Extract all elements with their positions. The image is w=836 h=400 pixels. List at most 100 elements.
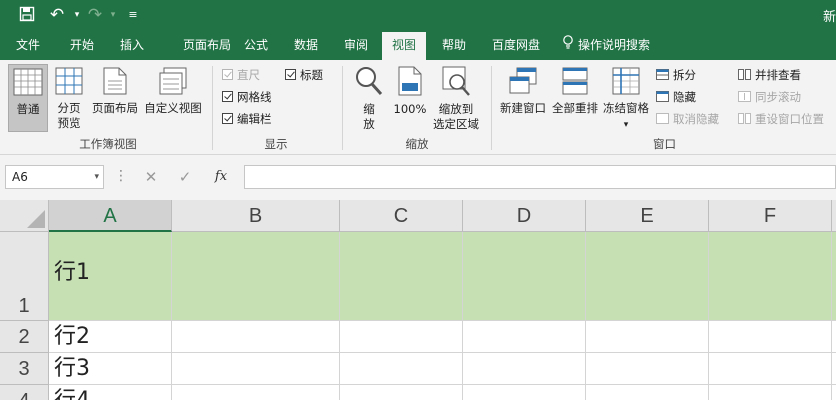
redo-icon[interactable]: ↷: [86, 6, 104, 24]
column-header-g-partial[interactable]: [832, 200, 836, 232]
tab-baidu-netdisk[interactable]: 百度网盘: [484, 30, 548, 60]
cell-c4[interactable]: [340, 385, 463, 400]
group-divider: [212, 66, 213, 150]
zoom-button[interactable]: 缩 放: [350, 64, 388, 134]
split-label: 拆分: [673, 68, 696, 82]
undo-dropdown-icon[interactable]: ▾: [68, 6, 86, 24]
cell-f1[interactable]: [709, 232, 832, 321]
cell-g2[interactable]: [832, 321, 836, 353]
redo-dropdown-icon[interactable]: ▾: [104, 6, 122, 24]
save-icon[interactable]: [18, 6, 36, 24]
tell-me-label: 操作说明搜索: [578, 38, 651, 52]
zoom-100-label: 100%: [393, 102, 427, 116]
cell-e2[interactable]: [586, 321, 709, 353]
zoom-to-selection-button[interactable]: 缩放到 选定区域: [430, 64, 482, 134]
cell-b4[interactable]: [172, 385, 340, 400]
cell-a3[interactable]: 行3: [49, 353, 172, 385]
cancel-icon[interactable]: ✕: [136, 165, 166, 189]
row-header-1[interactable]: 1: [0, 232, 49, 321]
cell-d4[interactable]: [463, 385, 586, 400]
cell-d2[interactable]: [463, 321, 586, 353]
tab-file[interactable]: 文件: [6, 30, 50, 60]
tab-insert[interactable]: 插入: [110, 30, 154, 60]
ruler-checkbox[interactable]: 直尺: [222, 67, 260, 83]
cell-c2[interactable]: [340, 321, 463, 353]
split-button[interactable]: 拆分: [656, 67, 696, 83]
normal-view-button[interactable]: 普通: [8, 64, 48, 132]
cell-c3[interactable]: [340, 353, 463, 385]
zoom-100-button[interactable]: 100%: [390, 64, 430, 134]
cell-a2[interactable]: 行2: [49, 321, 172, 353]
hide-button[interactable]: 隐藏: [656, 89, 696, 105]
gridlines-checkbox[interactable]: 网格线: [222, 89, 272, 105]
formula-bar-label: 编辑栏: [237, 112, 272, 126]
cell-d1[interactable]: [463, 232, 586, 321]
unhide-window-icon: [656, 112, 669, 124]
workbook-views-group-label: 工作簿视图: [79, 137, 137, 151]
column-header-c[interactable]: C: [340, 200, 463, 232]
split-icon: [656, 68, 669, 80]
ribbon: 普通 分页 预览 页面布局 自定义视图 工作簿视图 直尺 标题 网格线 编辑栏 …: [0, 60, 836, 155]
cell-a4[interactable]: 行4: [49, 385, 172, 400]
cell-d3[interactable]: [463, 353, 586, 385]
side-by-side-icon: [738, 68, 751, 80]
cell-b1[interactable]: [172, 232, 340, 321]
custom-views-label: 自定义视图: [144, 101, 202, 115]
column-header-d[interactable]: D: [463, 200, 586, 232]
row-header-4[interactable]: 4: [0, 385, 49, 400]
tab-help[interactable]: 帮助: [432, 30, 476, 60]
cell-e3[interactable]: [586, 353, 709, 385]
sync-scroll-icon: [738, 90, 751, 102]
cell-b2[interactable]: [172, 321, 340, 353]
column-header-a[interactable]: A: [49, 200, 172, 232]
column-header-e[interactable]: E: [586, 200, 709, 232]
headings-checkbox[interactable]: 标题: [285, 67, 323, 83]
headings-check-box: [285, 69, 296, 80]
page-layout-view-button[interactable]: 页面布局: [90, 64, 140, 134]
cell-g3[interactable]: [832, 353, 836, 385]
cell-f2[interactable]: [709, 321, 832, 353]
arrange-all-button[interactable]: 全部重排: [550, 64, 600, 134]
tell-me-search[interactable]: 操作说明搜索: [562, 30, 672, 60]
cell-g1[interactable]: [832, 232, 836, 321]
cell-f3[interactable]: [709, 353, 832, 385]
tab-view[interactable]: 视图: [382, 32, 426, 60]
cell-b3[interactable]: [172, 353, 340, 385]
select-all-corner[interactable]: [0, 200, 49, 232]
cell-g4[interactable]: [832, 385, 836, 400]
side-by-side-button[interactable]: 并排查看: [738, 67, 801, 83]
column-header-f[interactable]: F: [709, 200, 832, 232]
unhide-button[interactable]: 取消隐藏: [656, 111, 719, 127]
sync-scroll-button[interactable]: 同步滚动: [738, 89, 801, 105]
tab-home[interactable]: 开始: [60, 30, 104, 60]
customize-qat-icon[interactable]: ≡: [124, 6, 142, 24]
page-break-preview-button[interactable]: 分页 预览: [50, 64, 88, 134]
formula-input[interactable]: [244, 165, 836, 189]
cell-e1[interactable]: [586, 232, 709, 321]
column-header-b[interactable]: B: [172, 200, 340, 232]
cell-c1[interactable]: [340, 232, 463, 321]
row-header-2[interactable]: 2: [0, 321, 49, 353]
cell-f4[interactable]: [709, 385, 832, 400]
tab-data[interactable]: 数据: [284, 30, 328, 60]
tab-formulas[interactable]: 公式: [234, 30, 278, 60]
custom-views-button[interactable]: 自定义视图: [142, 64, 204, 134]
enter-icon[interactable]: ✓: [170, 165, 200, 189]
undo-icon[interactable]: ↶: [48, 6, 66, 24]
name-box[interactable]: A6 ▾: [5, 165, 104, 189]
gridlines-label: 网格线: [237, 90, 272, 104]
formula-bar-resize-handle[interactable]: ⋮: [114, 165, 128, 189]
tab-review[interactable]: 审阅: [334, 30, 378, 60]
row-header-3[interactable]: 3: [0, 353, 49, 385]
cell-e4[interactable]: [586, 385, 709, 400]
worksheet-grid: A B C D E F 1 行1 2 行2 3 行3 4 行4: [0, 200, 836, 400]
insert-function-icon[interactable]: fx: [206, 165, 236, 189]
cell-a1[interactable]: 行1: [49, 232, 172, 321]
formula-bar-checkbox[interactable]: 编辑栏: [222, 111, 272, 127]
freeze-panes-button[interactable]: 冻结窗格 ▾: [601, 64, 651, 142]
new-window-button[interactable]: 新建窗口: [497, 64, 549, 134]
normal-view-icon: [9, 68, 47, 100]
zoom-group-label: 缩放: [405, 137, 429, 151]
name-box-dropdown-icon[interactable]: ▾: [94, 166, 99, 188]
reset-window-position-button[interactable]: 重设窗口位置: [738, 111, 824, 127]
